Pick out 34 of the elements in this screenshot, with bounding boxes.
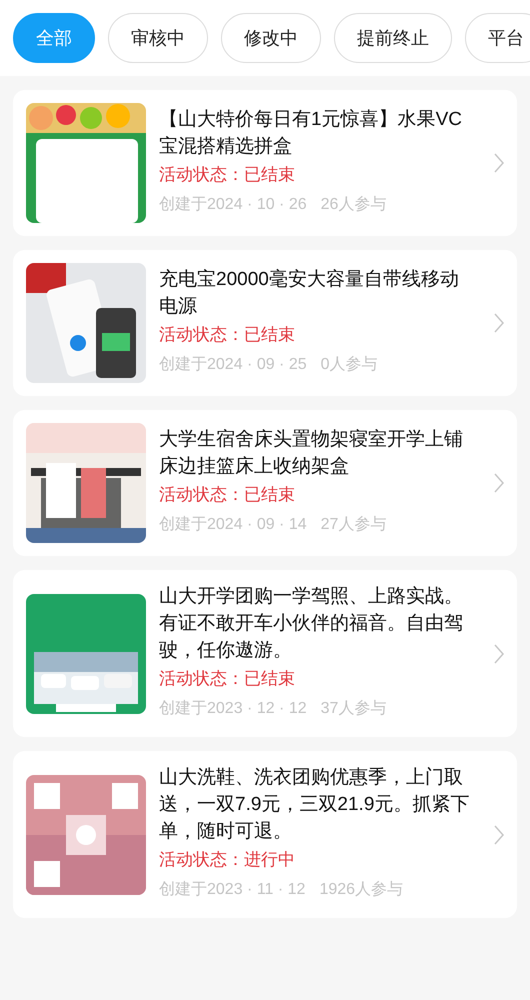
activity-title: 【山大特价每日有1元惊喜】水果VC宝混搭精选拼盒 [159,108,463,159]
chevron-right-icon [494,313,504,333]
activity-card[interactable]: 山大开学团购一学驾照、上路实战。有证不敢开车小伙伴的福音。自由驾驶，任你遨游。 活动状态：已结束 创建于2023 · 12 · 12 37人参与 [13,570,517,737]
participant-count: 1926人参与 [319,880,404,900]
participant-count: 27人参与 [320,514,386,535]
created-date: 创建于2024 · 09 · 14 [159,514,307,535]
participant-count: 26人参与 [320,194,386,215]
created-date: 创建于2024 · 09 · 25 [159,354,307,375]
created-date: 创建于2023 · 11 · 12 [159,880,306,900]
activity-title: 山大开学团购一学驾照、上路实战。有证不敢开车小伙伴的福音。自由驾驶，任你遨游。 [159,585,464,663]
chevron-right-icon [494,153,504,173]
activity-card[interactable]: 充电宝20000毫安大容量自带线移动电源 活动状态：已结束 创建于2024 · 09 · 25 0人参与 [13,250,517,396]
activity-title: 山大洗鞋、洗衣团购优惠季，上门取送，一双7.9元，三双21.9元。抓紧下单，随时可退。 [159,766,470,844]
activity-card[interactable]: 【山大特价每日有1元惊喜】水果VC宝混搭精选拼盒 活动状态：已结束 创建于2024 · 10 · 26 26人参与 [13,90,517,236]
activity-card[interactable]: 大学生宿舍床头置物架寝室开学上铺床边挂篮床上收纳架盒 活动状态：已结束 创建于2024 · 09 · 14 27人参与 [13,410,517,556]
activity-status: 活动状态：已结束 [159,668,296,690]
filter-tab[interactable]: 提前终止 [334,13,452,63]
chevron-right-icon [494,644,504,664]
created-date: 创建于2024 · 10 · 26 [159,194,307,215]
activity-status: 活动状态：进行中 [159,849,296,871]
activity-title: 充电宝20000毫安大容量自带线移动电源 [159,268,460,319]
activity-status: 活动状态：已结束 [159,324,296,346]
activity-title: 大学生宿舍床头置物架寝室开学上铺床边挂篮床上收纳架盒 [159,428,464,479]
activity-status: 活动状态：已结束 [159,164,296,186]
filter-tab[interactable]: 审核中 [108,13,208,63]
chevron-right-icon [494,473,504,493]
participant-count: 37人参与 [320,698,386,719]
activity-status: 活动状态：已结束 [159,484,296,506]
chevron-right-icon [494,824,504,844]
created-date: 创建于2023 · 12 · 12 [159,698,307,719]
activity-card[interactable]: 山大洗鞋、洗衣团购优惠季，上门取送，一双7.9元，三双21.9元。抓紧下单，随时可退。 活动状态：进行中 创建于2023 · 11 · 12 1926人参与 [13,751,517,918]
filter-tab[interactable]: 平台 [465,13,530,63]
participant-count: 0人参与 [320,354,378,375]
filter-tab[interactable]: 修改中 [221,13,321,63]
